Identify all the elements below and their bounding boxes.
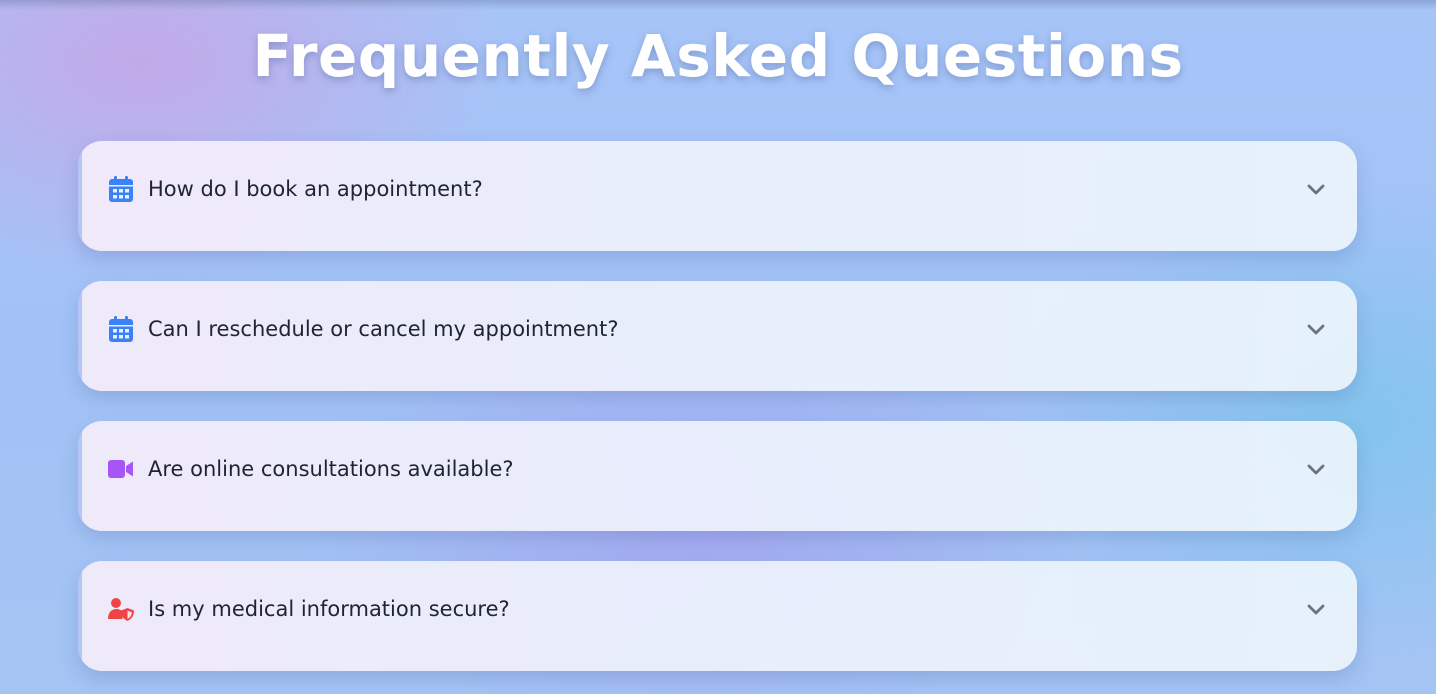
faq-list: How do I book an appointment? Can I resc…: [78, 141, 1357, 694]
video-camera-icon: [108, 456, 134, 482]
top-shadow: [0, 0, 1436, 10]
faq-question: Is my medical information secure?: [148, 597, 510, 621]
user-shield-icon: [108, 596, 134, 622]
chevron-down-icon[interactable]: [1305, 178, 1327, 200]
page-title: Frequently Asked Questions: [252, 22, 1184, 90]
faq-question: Can I reschedule or cancel my appointmen…: [148, 317, 619, 341]
faq-question: Are online consultations available?: [148, 457, 514, 481]
faq-item-online-consultations[interactable]: Are online consultations available?: [78, 421, 1357, 531]
faq-item-reschedule-cancel[interactable]: Can I reschedule or cancel my appointmen…: [78, 281, 1357, 391]
chevron-down-icon[interactable]: [1305, 458, 1327, 480]
faq-item-book-appointment[interactable]: How do I book an appointment?: [78, 141, 1357, 251]
faq-item-information-secure[interactable]: Is my medical information secure?: [78, 561, 1357, 671]
chevron-down-icon[interactable]: [1305, 598, 1327, 620]
chevron-down-icon[interactable]: [1305, 318, 1327, 340]
calendar-icon: [108, 316, 134, 342]
faq-question: How do I book an appointment?: [148, 177, 483, 201]
calendar-icon: [108, 176, 134, 202]
